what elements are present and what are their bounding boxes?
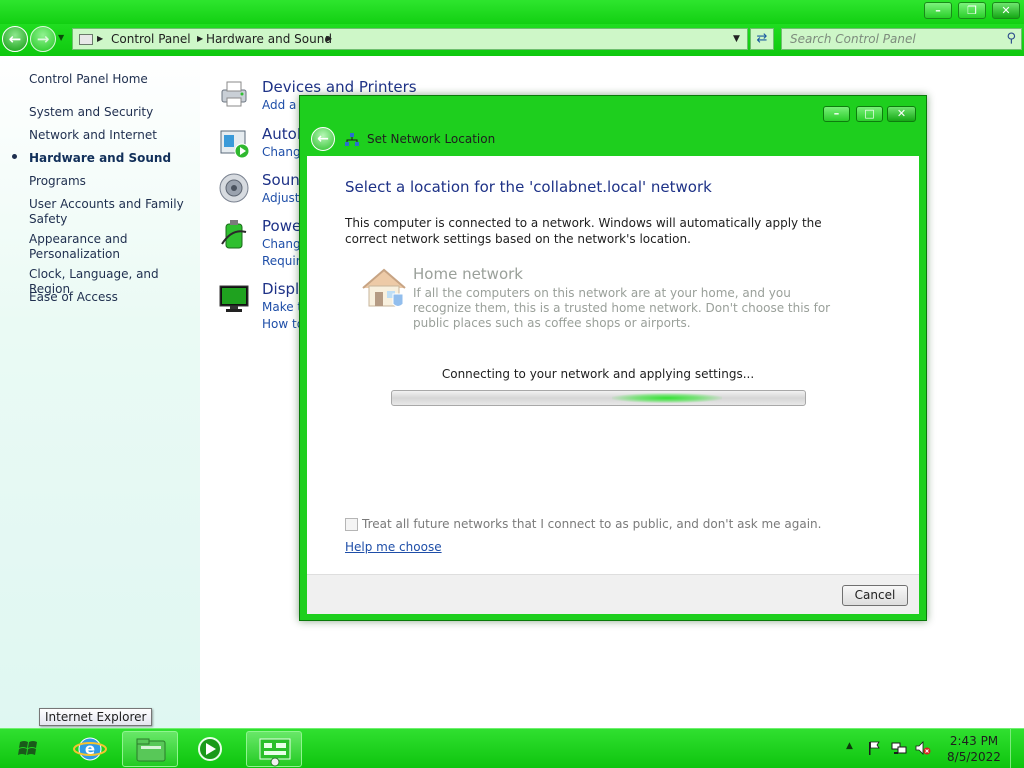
- media-player-icon: [198, 737, 222, 761]
- breadcrumb-separator-icon[interactable]: ▶: [197, 34, 203, 43]
- network-icon: [345, 133, 359, 146]
- close-button[interactable]: ✕: [992, 2, 1020, 19]
- dialog-heading: Select a location for the 'collabnet.loc…: [345, 178, 712, 196]
- sidebar-item-system-and-security[interactable]: System and Security: [29, 105, 194, 120]
- sidebar-item-control-panel-home[interactable]: Control Panel Home: [29, 72, 194, 87]
- link-how-to[interactable]: How to: [262, 317, 304, 331]
- back-button[interactable]: ←: [2, 26, 28, 52]
- link-adjust-volume[interactable]: Adjust: [262, 191, 300, 205]
- action-center-flag-icon[interactable]: [866, 740, 882, 756]
- dialog-maximize-button[interactable]: □: [856, 106, 883, 122]
- breadcrumb-hardware-and-sound[interactable]: Hardware and Sound: [206, 32, 332, 46]
- clock-date[interactable]: 8/5/2022: [944, 750, 1004, 764]
- clock-time[interactable]: 2:43 PM: [944, 734, 1004, 748]
- folder-icon: [136, 738, 166, 762]
- dialog-title: Set Network Location: [367, 132, 496, 146]
- navigation-bar: ← → ▼ ▶ Control Panel ▶ Hardware and Sou…: [0, 24, 1024, 56]
- control-panel-icon: [259, 738, 291, 767]
- category-display[interactable]: Displ: [262, 280, 299, 298]
- active-item-bullet-icon: [12, 154, 17, 159]
- category-power-options[interactable]: Powe: [262, 217, 301, 235]
- search-icon[interactable]: ⚲: [1006, 31, 1016, 46]
- taskbar-windows-explorer[interactable]: [122, 731, 178, 767]
- window-title-bar: – ❐ ✕: [0, 0, 1024, 24]
- link-make-text-larger[interactable]: Make t: [262, 300, 302, 314]
- sidebar-item-hardware-and-sound[interactable]: Hardware and Sound: [29, 151, 194, 166]
- connection-progress-bar: [391, 390, 806, 406]
- home-network-description: If all the computers on this network are…: [413, 286, 831, 330]
- refresh-button[interactable]: ⇄: [750, 28, 774, 50]
- dialog-back-button[interactable]: ←: [311, 127, 335, 151]
- cancel-button[interactable]: Cancel: [842, 585, 908, 606]
- autoplay-icon[interactable]: [218, 127, 250, 159]
- show-desktop-button[interactable]: [1010, 729, 1024, 768]
- help-me-choose-link[interactable]: Help me choose: [345, 540, 442, 554]
- start-button[interactable]: [8, 733, 48, 765]
- taskbar-media-player[interactable]: [182, 731, 238, 767]
- treat-as-public-label[interactable]: Treat all future networks that I connect…: [362, 517, 821, 531]
- sidebar-item-network-and-internet[interactable]: Network and Internet: [29, 128, 194, 143]
- progress-marquee-glow: [612, 393, 722, 403]
- address-bar[interactable]: ▶ Control Panel ▶ Hardware and Sound ▶ ▼: [72, 28, 748, 50]
- treat-as-public-checkbox[interactable]: [345, 518, 358, 531]
- minimize-button[interactable]: –: [924, 2, 952, 19]
- forward-button[interactable]: →: [30, 26, 56, 52]
- sidebar-item-appearance[interactable]: Appearance and Personalization: [29, 232, 194, 262]
- dialog-minimize-button[interactable]: –: [823, 106, 850, 122]
- internet-explorer-tooltip: Internet Explorer: [39, 708, 153, 726]
- internet-explorer-icon: e: [73, 737, 107, 761]
- taskbar: e ▲ 2:43 PM 8/5/2022: [0, 728, 1024, 768]
- breadcrumb-separator-icon[interactable]: ▶: [97, 34, 103, 43]
- left-navigation-pane: Control Panel Home System and Security N…: [0, 56, 200, 728]
- dialog-body: Select a location for the 'collabnet.loc…: [307, 156, 919, 574]
- monitor-icon[interactable]: [218, 282, 250, 314]
- sidebar-item-user-accounts[interactable]: User Accounts and Family Safety: [29, 197, 194, 227]
- battery-icon[interactable]: [218, 218, 250, 250]
- sidebar-item-ease-of-access[interactable]: Ease of Access: [29, 290, 194, 305]
- dialog-close-button[interactable]: ✕: [887, 106, 916, 122]
- control-panel-icon: [79, 34, 93, 45]
- volume-muted-icon[interactable]: [915, 740, 931, 756]
- home-network-option[interactable]: Home network: [413, 265, 523, 283]
- sidebar-item-programs[interactable]: Programs: [29, 174, 194, 189]
- address-dropdown-icon[interactable]: ▼: [733, 34, 740, 44]
- set-network-location-dialog: – □ ✕ ← Set Network Location Select a lo…: [299, 95, 927, 621]
- category-devices-and-printers[interactable]: Devices and Printers: [262, 78, 417, 96]
- taskbar-internet-explorer[interactable]: e: [62, 731, 118, 767]
- search-placeholder: Search Control Panel: [790, 32, 916, 46]
- recent-pages-dropdown-icon[interactable]: ▼: [58, 33, 64, 42]
- breadcrumb-separator-icon[interactable]: ▶: [326, 34, 332, 43]
- network-tray-icon[interactable]: [891, 740, 907, 756]
- printer-icon[interactable]: [218, 78, 250, 110]
- dialog-description: This computer is connected to a network.…: [345, 216, 822, 246]
- restore-button[interactable]: ❐: [958, 2, 986, 19]
- search-input[interactable]: Search Control Panel ⚲: [781, 28, 1022, 50]
- breadcrumb-control-panel[interactable]: Control Panel: [111, 32, 191, 46]
- speaker-icon[interactable]: [218, 172, 250, 204]
- category-sound[interactable]: Soun: [262, 171, 300, 189]
- taskbar-control-panel[interactable]: [246, 731, 302, 767]
- home-network-icon: [362, 268, 406, 307]
- dialog-footer: Cancel: [307, 574, 919, 614]
- connection-status-text: Connecting to your network and applying …: [441, 367, 755, 381]
- show-hidden-icons-button[interactable]: ▲: [846, 741, 853, 751]
